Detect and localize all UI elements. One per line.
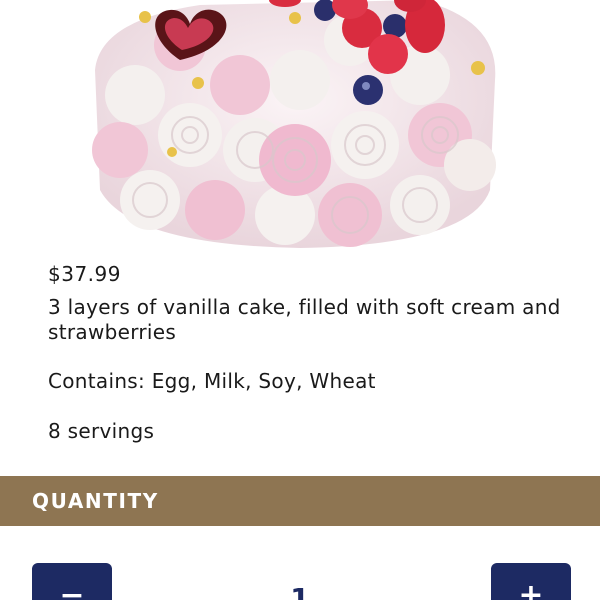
product-description: 3 layers of vanilla cake, filled with so… bbox=[48, 295, 561, 344]
quantity-value: 1 bbox=[290, 582, 310, 600]
product-price: $37.99 bbox=[48, 262, 121, 286]
servings-info: 8 servings bbox=[48, 419, 155, 443]
decrement-button[interactable]: − bbox=[32, 563, 112, 600]
quantity-header: QUANTITY bbox=[0, 476, 600, 526]
minus-icon: − bbox=[59, 578, 85, 600]
quantity-header-label: QUANTITY bbox=[32, 489, 159, 513]
quantity-stepper: − 1 + bbox=[0, 526, 600, 600]
cake-illustration bbox=[92, 0, 496, 248]
allergen-info: Contains: Egg, Milk, Soy, Wheat bbox=[48, 369, 376, 393]
plus-icon: + bbox=[518, 578, 544, 600]
product-info: $37.99 3 layers of vanilla cake, filled … bbox=[48, 262, 568, 444]
increment-button[interactable]: + bbox=[491, 563, 571, 600]
product-image bbox=[0, 0, 600, 255]
